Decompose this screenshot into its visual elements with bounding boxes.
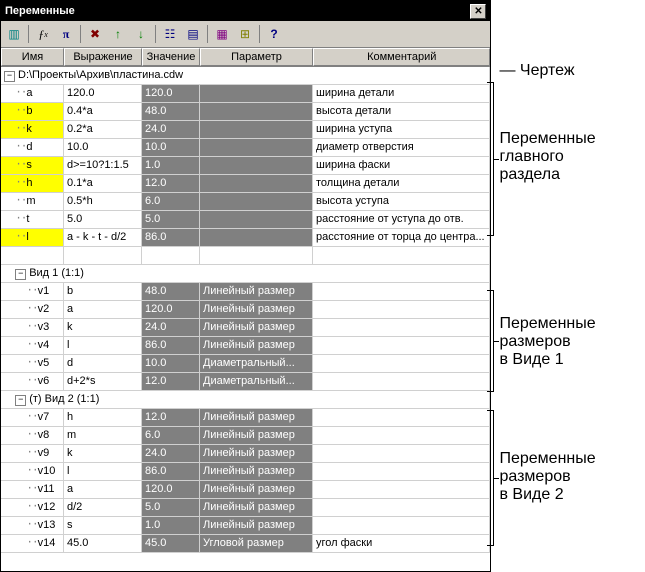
variable-row[interactable]: ·· v2a120.0Линейный размер	[1, 301, 490, 319]
annotations: — Чертеж Переменныеглавногораздела Перем…	[491, 0, 645, 572]
variable-row[interactable]: ·· v12d/25.0Линейный размер	[1, 499, 490, 517]
name-cell[interactable]: ·· v4	[1, 337, 64, 354]
grid-body: −D:\Проекты\Архив\пластина.cdw ·· a120.0…	[1, 67, 490, 571]
name-cell[interactable]: ·· v13	[1, 517, 64, 534]
variable-row[interactable]: ·· v1b48.0Линейный размер	[1, 283, 490, 301]
group-label[interactable]: −Вид 1 (1:1)	[1, 265, 490, 282]
variable-row[interactable]: ·· h0.1*a12.0толщина детали	[1, 175, 490, 193]
variable-row[interactable]: ·· v5d10.0Диаметральный...	[1, 355, 490, 373]
variable-row[interactable]: ·· sd>=10?1:1.51.0ширина фаски	[1, 157, 490, 175]
close-button[interactable]: ✕	[470, 4, 486, 19]
fx-icon[interactable]: ƒx	[33, 24, 53, 44]
name-cell[interactable]: ·· k	[1, 121, 64, 138]
variable-row[interactable]: ·· v10l86.0Линейный размер	[1, 463, 490, 481]
table-icon[interactable]: ▤	[183, 24, 203, 44]
variable-row[interactable]: ·· k0.2*a24.0ширина уступа	[1, 121, 490, 139]
expand-icon[interactable]: ⊞	[235, 24, 255, 44]
name-cell[interactable]: ·· v6	[1, 373, 64, 390]
name-cell[interactable]: ·· v11	[1, 481, 64, 498]
name-cell[interactable]: ·· s	[1, 157, 64, 174]
down-icon[interactable]: ↓	[131, 24, 151, 44]
delete-icon[interactable]: ✖	[85, 24, 105, 44]
window-title: Переменные	[5, 5, 75, 17]
group-row[interactable]: −(т) Вид 2 (1:1)	[1, 391, 490, 409]
variable-row[interactable]: ·· m0.5*h6.0высота уступа	[1, 193, 490, 211]
name-cell[interactable]: ·· v9	[1, 445, 64, 462]
name-cell[interactable]: ·· l	[1, 229, 64, 246]
name-cell[interactable]: ·· h	[1, 175, 64, 192]
name-cell[interactable]: ·· t	[1, 211, 64, 228]
variable-row[interactable]: ·· v9k24.0Линейный размер	[1, 445, 490, 463]
header-com[interactable]: Комментарий	[313, 48, 490, 66]
group-label[interactable]: −D:\Проекты\Архив\пластина.cdw	[1, 67, 490, 84]
help-icon[interactable]: ?	[264, 24, 284, 44]
variable-row[interactable]: ·· la - k - t - d/286.0расстояние от тор…	[1, 229, 490, 247]
name-cell[interactable]: ·· v1	[1, 283, 64, 300]
header-val[interactable]: Значение	[142, 48, 200, 66]
variable-row[interactable]	[1, 247, 490, 265]
name-cell[interactable]: ·· v12	[1, 499, 64, 516]
variable-row[interactable]: ·· v3k24.0Линейный размер	[1, 319, 490, 337]
toolbar: ▥ ƒx π ✖ ↑ ↓ ☷ ▤ ▦ ⊞ ?	[1, 21, 490, 48]
group-label[interactable]: −(т) Вид 2 (1:1)	[1, 391, 490, 408]
column-headers: Имя Выражение Значение Параметр Коммента…	[1, 48, 490, 67]
anno-drawing: — Чертеж	[499, 62, 574, 80]
name-cell[interactable]: ·· a	[1, 85, 64, 102]
up-icon[interactable]: ↑	[108, 24, 128, 44]
name-cell[interactable]: ·· b	[1, 103, 64, 120]
anno-v2: Переменныеразмеровв Виде 2	[499, 450, 595, 504]
collapse-icon[interactable]: −	[4, 71, 15, 82]
variable-row[interactable]: ·· v13s1.0Линейный размер	[1, 517, 490, 535]
variable-row[interactable]: ·· b0.4*a48.0высота детали	[1, 103, 490, 121]
variable-row[interactable]: ·· d10.010.0диаметр отверстия	[1, 139, 490, 157]
name-cell[interactable]: ·· d	[1, 139, 64, 156]
name-cell[interactable]: ·· v10	[1, 463, 64, 480]
grid-icon[interactable]: ▦	[212, 24, 232, 44]
name-cell[interactable]: ·· v2	[1, 301, 64, 318]
group-row[interactable]: −Вид 1 (1:1)	[1, 265, 490, 283]
name-cell[interactable]: ·· v5	[1, 355, 64, 372]
pi-icon[interactable]: π	[56, 24, 76, 44]
tree-icon[interactable]: ☷	[160, 24, 180, 44]
variable-row[interactable]: ·· t5.05.0расстояние от уступа до отв.	[1, 211, 490, 229]
variable-row[interactable]: ·· v11a120.0Линейный размер	[1, 481, 490, 499]
header-par[interactable]: Параметр	[200, 48, 313, 66]
variable-row[interactable]: ·· v4l86.0Линейный размер	[1, 337, 490, 355]
name-cell[interactable]: ·· v3	[1, 319, 64, 336]
anno-main: Переменныеглавногораздела	[499, 130, 595, 184]
group-row[interactable]: −D:\Проекты\Архив\пластина.cdw	[1, 67, 490, 85]
variables-window: Переменные ✕ ▥ ƒx π ✖ ↑ ↓ ☷ ▤ ▦ ⊞ ? Имя …	[0, 0, 491, 572]
anno-v1: Переменныеразмеровв Виде 1	[499, 315, 595, 369]
titlebar: Переменные ✕	[1, 1, 490, 21]
variable-row[interactable]: ·· v6d+2*s12.0Диаметральный...	[1, 373, 490, 391]
column-icon[interactable]: ▥	[4, 24, 24, 44]
name-cell[interactable]: ·· v7	[1, 409, 64, 426]
collapse-icon[interactable]: −	[15, 269, 26, 280]
name-cell[interactable]: ·· v14	[1, 535, 64, 552]
header-expr[interactable]: Выражение	[64, 48, 142, 66]
variable-row[interactable]: ·· v1445.045.0Угловой размеругол фаски	[1, 535, 490, 553]
variable-row[interactable]: ·· v7h12.0Линейный размер	[1, 409, 490, 427]
collapse-icon[interactable]: −	[15, 395, 26, 406]
variable-row[interactable]: ·· a120.0120.0ширина детали	[1, 85, 490, 103]
name-cell[interactable]: ·· m	[1, 193, 64, 210]
header-name[interactable]: Имя	[1, 48, 64, 66]
name-cell[interactable]: ·· v8	[1, 427, 64, 444]
variable-row[interactable]: ·· v8m6.0Линейный размер	[1, 427, 490, 445]
